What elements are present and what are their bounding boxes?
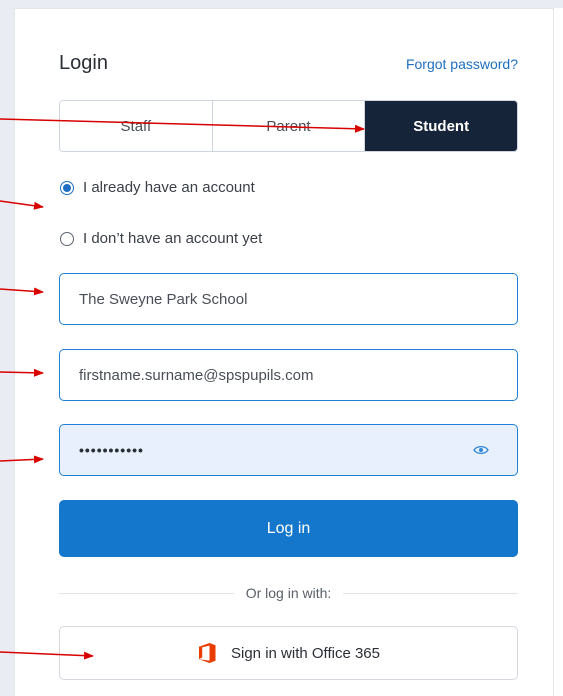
email-input-value: firstname.surname@spspupils.com bbox=[79, 366, 314, 384]
card-notch bbox=[541, 37, 553, 69]
divider-line-left bbox=[59, 592, 234, 594]
alt-login-text: Or log in with: bbox=[245, 585, 332, 601]
tab-student[interactable]: Student bbox=[364, 101, 517, 151]
office365-label: Sign in with Office 365 bbox=[231, 644, 380, 662]
school-input[interactable]: The Sweyne Park School bbox=[59, 273, 518, 325]
tab-parent[interactable]: Parent bbox=[211, 101, 365, 151]
office365-logo-icon bbox=[199, 643, 216, 663]
radio-label-new: I don’t have an account yet bbox=[83, 230, 263, 247]
radio-existing-account[interactable]: I already have an account bbox=[60, 179, 255, 196]
divider-line-right bbox=[343, 592, 518, 594]
school-input-value: The Sweyne Park School bbox=[79, 290, 248, 308]
login-title: Login bbox=[59, 52, 108, 74]
radio-label-existing: I already have an account bbox=[83, 179, 255, 196]
password-input[interactable]: ••••••••••• bbox=[59, 424, 518, 476]
radio-new-account[interactable]: I don’t have an account yet bbox=[60, 230, 262, 247]
user-type-tabs: Staff Parent Student bbox=[59, 100, 518, 152]
radio-button-unchecked[interactable] bbox=[60, 231, 74, 246]
eye-icon[interactable] bbox=[473, 443, 489, 457]
alt-login-divider: Or log in with: bbox=[59, 583, 518, 603]
office365-signin-button[interactable]: Sign in with Office 365 bbox=[59, 626, 518, 680]
page-background-top bbox=[0, 0, 563, 8]
tab-staff[interactable]: Staff bbox=[60, 101, 212, 151]
email-input[interactable]: firstname.surname@spspupils.com bbox=[59, 349, 518, 401]
radio-button-checked[interactable] bbox=[60, 180, 74, 195]
forgot-password-link[interactable]: Forgot password? bbox=[406, 56, 518, 72]
page-background-left bbox=[0, 0, 14, 696]
login-button[interactable]: Log in bbox=[59, 500, 518, 557]
password-input-value: ••••••••••• bbox=[79, 442, 144, 458]
